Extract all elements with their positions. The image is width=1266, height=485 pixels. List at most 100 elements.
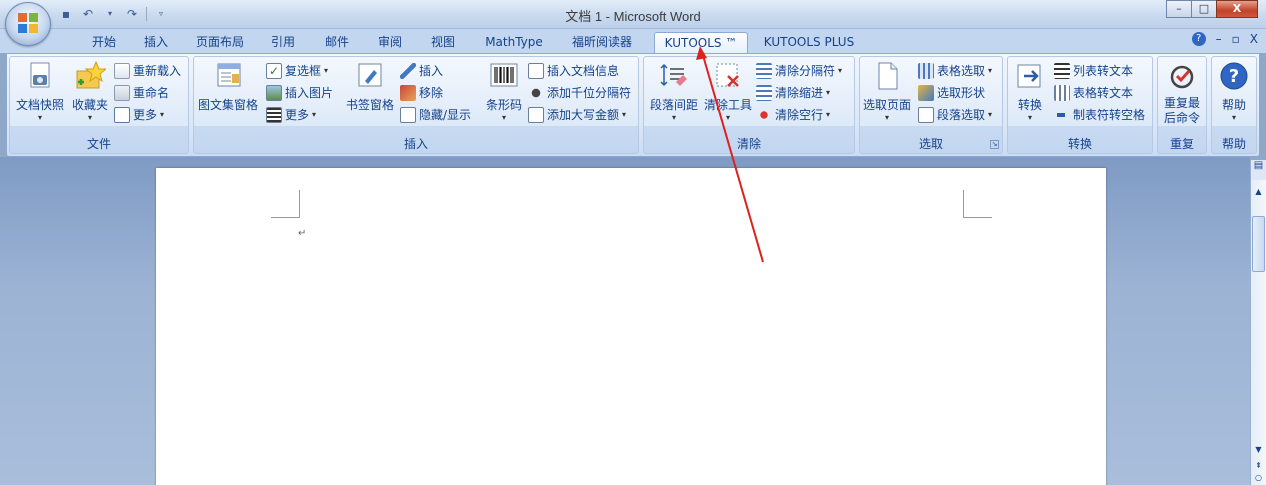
tab-foxit-reader[interactable]: 福昕阅读器 bbox=[562, 32, 642, 53]
margin-corner-top-left bbox=[271, 190, 300, 218]
table-select-button[interactable]: 表格选取 ▾ bbox=[918, 61, 992, 81]
scroll-thumb[interactable] bbox=[1252, 216, 1265, 272]
clear-separator-icon bbox=[756, 63, 772, 79]
document-snapshot-button[interactable]: 文档快照 ▾ bbox=[13, 60, 67, 123]
dropdown-arrow-icon: ▾ bbox=[1231, 113, 1236, 122]
upper-amount-label: 添加大写金额 bbox=[547, 108, 620, 122]
tab-review[interactable]: 审阅 bbox=[369, 32, 411, 53]
upper-amount-button[interactable]: 添加大写金额 ▾ bbox=[528, 105, 626, 125]
hide-show-button[interactable]: 隐藏/显示 bbox=[400, 105, 471, 125]
help-circle-icon: ? bbox=[1220, 62, 1248, 90]
dropdown-arrow-icon: ▾ bbox=[725, 113, 730, 122]
dropdown-arrow-icon: ▾ bbox=[988, 66, 993, 75]
clear-blank-lines-button[interactable]: 清除空行 ▾ bbox=[756, 105, 830, 125]
ruler-toggle-icon[interactable]: ▤ bbox=[1250, 160, 1266, 180]
more-file-button[interactable]: 更多 ▾ bbox=[114, 105, 164, 125]
rename-button[interactable]: 重命名 bbox=[114, 83, 169, 103]
tab-insert[interactable]: 插入 bbox=[135, 32, 177, 53]
bookmark-insert-label: 插入 bbox=[419, 64, 444, 78]
list-to-text-label: 列表转文本 bbox=[1073, 64, 1134, 78]
tab-references[interactable]: 引用 bbox=[262, 32, 304, 53]
group-label: 帮助 bbox=[1221, 137, 1246, 151]
convert-label: 转换 bbox=[1017, 98, 1042, 112]
convert-button[interactable]: 转换 ▾ bbox=[1010, 60, 1050, 123]
table-to-text-button[interactable]: 表格转文本 bbox=[1054, 83, 1133, 103]
tab-to-space-button[interactable]: 制表符转空格 bbox=[1054, 105, 1145, 125]
ribbon-minimize-button[interactable]: – bbox=[1216, 32, 1222, 46]
group-convert: 转换 ▾ 列表转文本 表格转文本 制表符转空格 转换 bbox=[1007, 56, 1153, 154]
insert-doc-info-label: 插入文档信息 bbox=[547, 64, 620, 78]
repeat-last-command-button[interactable]: 重复最 后命令 bbox=[1158, 60, 1206, 126]
close-button[interactable]: X bbox=[1216, 0, 1258, 18]
bookmark-pane-button[interactable]: 书签窗格 bbox=[344, 60, 396, 113]
tab-mathtype[interactable]: MathType bbox=[478, 32, 550, 53]
tab-page-layout[interactable]: 页面布局 bbox=[188, 32, 252, 53]
tab-view[interactable]: 视图 bbox=[422, 32, 464, 53]
scroll-down-icon[interactable]: ▼ bbox=[1251, 442, 1266, 458]
paragraph-mark-icon: ↵ bbox=[298, 228, 307, 239]
insert-picture-button[interactable]: 插入图片 bbox=[266, 83, 333, 103]
ribbon: 文档快照 ▾ 收藏夹 ▾ 重新载入 重命名 更多 ▾ 文件 图文集窗格 ✓ 复选… bbox=[6, 53, 1260, 157]
reload-label: 重新载入 bbox=[133, 64, 182, 78]
office-button[interactable] bbox=[5, 2, 51, 46]
barcode-button[interactable]: 条形码 ▾ bbox=[484, 60, 524, 123]
select-shape-button[interactable]: 选取形状 bbox=[918, 83, 985, 103]
clear-tools-icon bbox=[716, 63, 739, 87]
tab-mailings[interactable]: 邮件 bbox=[316, 32, 358, 53]
pen-icon bbox=[400, 63, 416, 79]
more-label: 更多 bbox=[133, 108, 158, 122]
thousand-separator-button[interactable]: 添加千位分隔符 bbox=[528, 83, 631, 103]
barcode-label: 条形码 bbox=[485, 98, 522, 112]
dropdown-arrow-icon: ▾ bbox=[884, 113, 889, 122]
barcode-icon bbox=[490, 63, 518, 87]
favorites-label: 收藏夹 bbox=[71, 98, 108, 112]
checkbox-button[interactable]: ✓ 复选框 ▾ bbox=[266, 61, 328, 81]
dialog-launcher-icon[interactable]: ↘ bbox=[990, 140, 999, 149]
dropdown-arrow-icon: ▾ bbox=[312, 110, 317, 119]
remove-icon bbox=[400, 85, 416, 101]
page-icon bbox=[878, 62, 898, 90]
clear-separator-label: 清除分隔符 bbox=[775, 64, 836, 78]
clear-blank-lines-label: 清除空行 bbox=[775, 108, 824, 122]
clear-tools-button[interactable]: 清除工具 ▾ bbox=[702, 60, 754, 123]
reload-button[interactable]: 重新载入 bbox=[114, 61, 181, 81]
tab-kutools[interactable]: KUTOOLS ™ bbox=[654, 32, 748, 53]
maximize-button[interactable]: □ bbox=[1191, 0, 1217, 18]
more-insert-button[interactable]: 更多 ▾ bbox=[266, 105, 316, 125]
autotext-pane-icon bbox=[217, 63, 241, 87]
group-label: 清除 bbox=[736, 137, 761, 151]
bookmark-insert-button[interactable]: 插入 bbox=[400, 61, 443, 81]
tab-home[interactable]: 开始 bbox=[82, 32, 126, 53]
rename-label: 重命名 bbox=[133, 86, 170, 100]
help-icon[interactable]: ? bbox=[1191, 32, 1206, 46]
paragraph-select-button[interactable]: 段落选取 ▾ bbox=[918, 105, 992, 125]
star-folder-icon bbox=[76, 60, 106, 89]
select-page-button[interactable]: 选取页面 ▾ bbox=[862, 60, 912, 123]
browse-object-icon[interactable]: ○ bbox=[1251, 470, 1266, 485]
list-to-text-button[interactable]: 列表转文本 bbox=[1054, 61, 1133, 81]
clear-indent-button[interactable]: 清除缩进 ▾ bbox=[756, 83, 830, 103]
paragraph-spacing-button[interactable]: 段落间距 ▾ bbox=[646, 60, 702, 123]
minimize-button[interactable]: – bbox=[1166, 0, 1192, 18]
tab-kutools-plus[interactable]: KUTOOLS PLUS bbox=[757, 32, 861, 53]
doc-info-icon bbox=[528, 63, 544, 79]
hide-show-icon bbox=[400, 107, 416, 123]
clear-indent-label: 清除缩进 bbox=[775, 86, 824, 100]
group-label: 插入 bbox=[403, 137, 428, 151]
separator-icon bbox=[528, 85, 544, 101]
clear-separator-button[interactable]: 清除分隔符 ▾ bbox=[756, 61, 842, 81]
help-button[interactable]: ? 帮助 ▾ bbox=[1212, 60, 1256, 123]
group-file: 文档快照 ▾ 收藏夹 ▾ 重新载入 重命名 更多 ▾ 文件 bbox=[9, 56, 189, 154]
favorites-button[interactable]: 收藏夹 ▾ bbox=[68, 60, 112, 123]
repeat-label-line2: 后命令 bbox=[1163, 111, 1200, 125]
autotext-pane-button[interactable]: 图文集窗格 bbox=[196, 60, 260, 113]
ribbon-restore-button[interactable]: ▫ bbox=[1232, 32, 1240, 46]
insert-doc-info-button[interactable]: 插入文档信息 bbox=[528, 61, 619, 81]
repeat-icon bbox=[1170, 65, 1194, 89]
ribbon-window-controls: ? – ▫ X bbox=[1191, 32, 1258, 46]
clear-indent-icon bbox=[756, 85, 772, 101]
ribbon-close-button[interactable]: X bbox=[1250, 32, 1258, 46]
vertical-scrollbar[interactable]: ▲ ▼ ⇞ ○ bbox=[1250, 180, 1266, 485]
scroll-up-icon[interactable]: ▲ bbox=[1251, 184, 1266, 200]
bookmark-remove-button[interactable]: 移除 bbox=[400, 83, 443, 103]
